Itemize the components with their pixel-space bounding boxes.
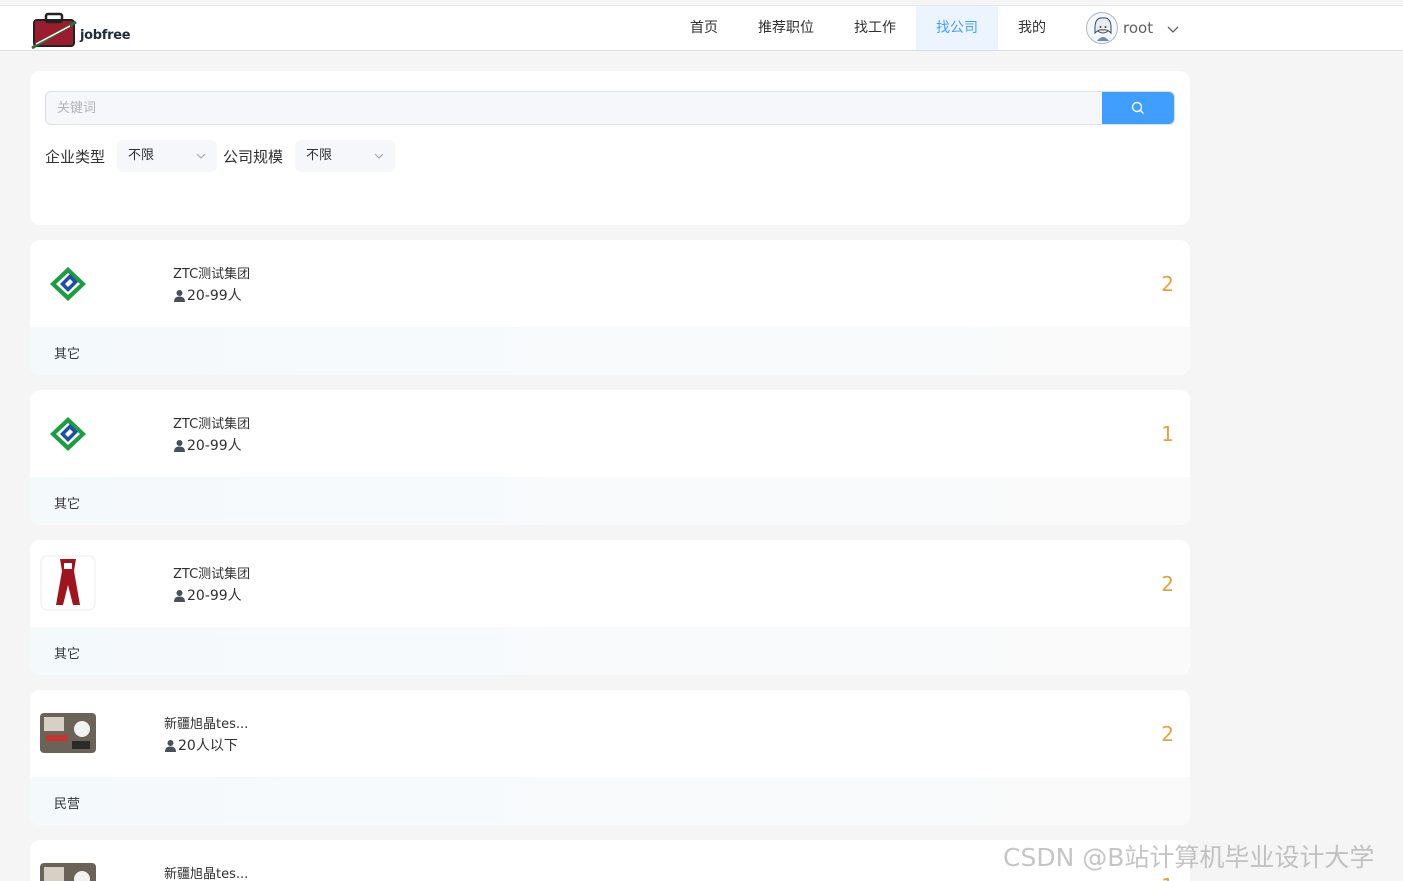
card-footer: 其它 <box>30 327 1190 375</box>
site-logo[interactable]: jobfree <box>30 8 131 50</box>
company-size-text: 20-99人 <box>187 288 242 304</box>
chevron-down-icon[interactable] <box>1166 22 1180 36</box>
green-blue-diamond-logo-icon <box>50 267 86 301</box>
person-icon <box>174 439 185 452</box>
company-type-tag: 其它 <box>54 347 81 362</box>
company-size-label: 公司规模 <box>223 147 284 166</box>
job-count: 2 <box>1161 722 1174 746</box>
company-type-tag: 其它 <box>54 647 81 662</box>
company-logo <box>40 405 96 461</box>
company-size: 20-99人 <box>173 435 242 455</box>
username: root <box>1123 19 1154 37</box>
company-logo <box>40 555 96 611</box>
job-count: 1 <box>1161 422 1174 446</box>
search-panel: 企业类型 不限 公司规模 不限 <box>30 71 1190 225</box>
company-name[interactable]: 新疆旭晶tes... <box>164 713 248 732</box>
logo-text: jobfree <box>80 28 131 43</box>
user-avatar-icon <box>1094 17 1112 41</box>
search-bar <box>45 91 1175 125</box>
person-icon <box>174 589 185 602</box>
nav-find-job[interactable]: 找工作 <box>834 6 916 50</box>
chevron-down-icon <box>196 153 206 159</box>
company-size-value: 不限 <box>306 148 333 163</box>
keyword-search-input[interactable] <box>46 92 1103 124</box>
nav-home[interactable]: 首页 <box>670 6 738 50</box>
company-size: 20-99人 <box>173 285 242 305</box>
company-size-select[interactable]: 不限 <box>295 140 396 172</box>
company-logo <box>40 255 96 311</box>
company-card[interactable]: ZTC测试集团 20-99人 2 其它 <box>30 540 1190 675</box>
person-icon <box>174 289 185 302</box>
nav-find-company[interactable]: 找公司 <box>916 6 998 50</box>
photo-thumbnail-logo-icon <box>40 713 96 753</box>
main-nav: 首页 推荐职位 找工作 找公司 我的 <box>670 6 1066 50</box>
user-menu[interactable]: root <box>1086 12 1179 44</box>
green-blue-diamond-logo-icon <box>50 417 86 451</box>
company-size: 20人以下 <box>164 735 238 755</box>
company-size: 20-99人 <box>173 585 242 605</box>
card-footer: 其它 <box>30 627 1190 675</box>
job-count: 2 <box>1161 272 1174 296</box>
company-name[interactable]: ZTC测试集团 <box>173 263 250 282</box>
avatar[interactable] <box>1086 12 1118 44</box>
chevron-down-icon <box>374 153 384 159</box>
company-card[interactable]: 新疆旭晶tes... 20人以下 2 民营 <box>30 690 1190 825</box>
company-size-text: 20人以下 <box>178 738 238 754</box>
watermark: CSDN @B站计算机毕业设计大学 <box>1003 843 1375 872</box>
briefcase-logo-icon <box>31 12 77 50</box>
person-icon <box>165 739 176 752</box>
company-type-tag: 其它 <box>54 497 81 512</box>
search-icon <box>1131 101 1144 114</box>
photo-thumbnail-logo-icon <box>40 863 96 881</box>
filter-row: 企业类型 不限 公司规模 不限 <box>45 140 401 172</box>
company-logo <box>40 855 96 881</box>
company-logo <box>40 705 96 761</box>
company-size-text: 20-99人 <box>187 438 242 454</box>
nav-recommended-jobs[interactable]: 推荐职位 <box>738 6 834 50</box>
search-button[interactable] <box>1102 92 1174 124</box>
company-type-select[interactable]: 不限 <box>117 140 218 172</box>
company-card[interactable]: ZTC测试集团 20-99人 2 其它 <box>30 240 1190 375</box>
company-name[interactable]: ZTC测试集团 <box>173 413 250 432</box>
company-name[interactable]: ZTC测试集团 <box>173 563 250 582</box>
company-name[interactable]: 新疆旭晶tes... <box>164 863 248 881</box>
job-count: 2 <box>1161 572 1174 596</box>
top-navbar: jobfree 首页 推荐职位 找工作 找公司 我的 root <box>0 5 1403 51</box>
job-count: 1 <box>1161 874 1174 881</box>
company-type-tag: 民营 <box>54 797 81 812</box>
company-card[interactable]: ZTC测试集团 20-99人 1 其它 <box>30 390 1190 525</box>
company-type-label: 企业类型 <box>45 147 106 166</box>
company-size-text: 20-99人 <box>187 588 242 604</box>
company-type-value: 不限 <box>128 148 155 163</box>
card-footer: 其它 <box>30 477 1190 525</box>
red-tower-logo-icon <box>40 555 96 611</box>
nav-mine[interactable]: 我的 <box>998 6 1066 50</box>
card-footer: 民营 <box>30 777 1190 825</box>
